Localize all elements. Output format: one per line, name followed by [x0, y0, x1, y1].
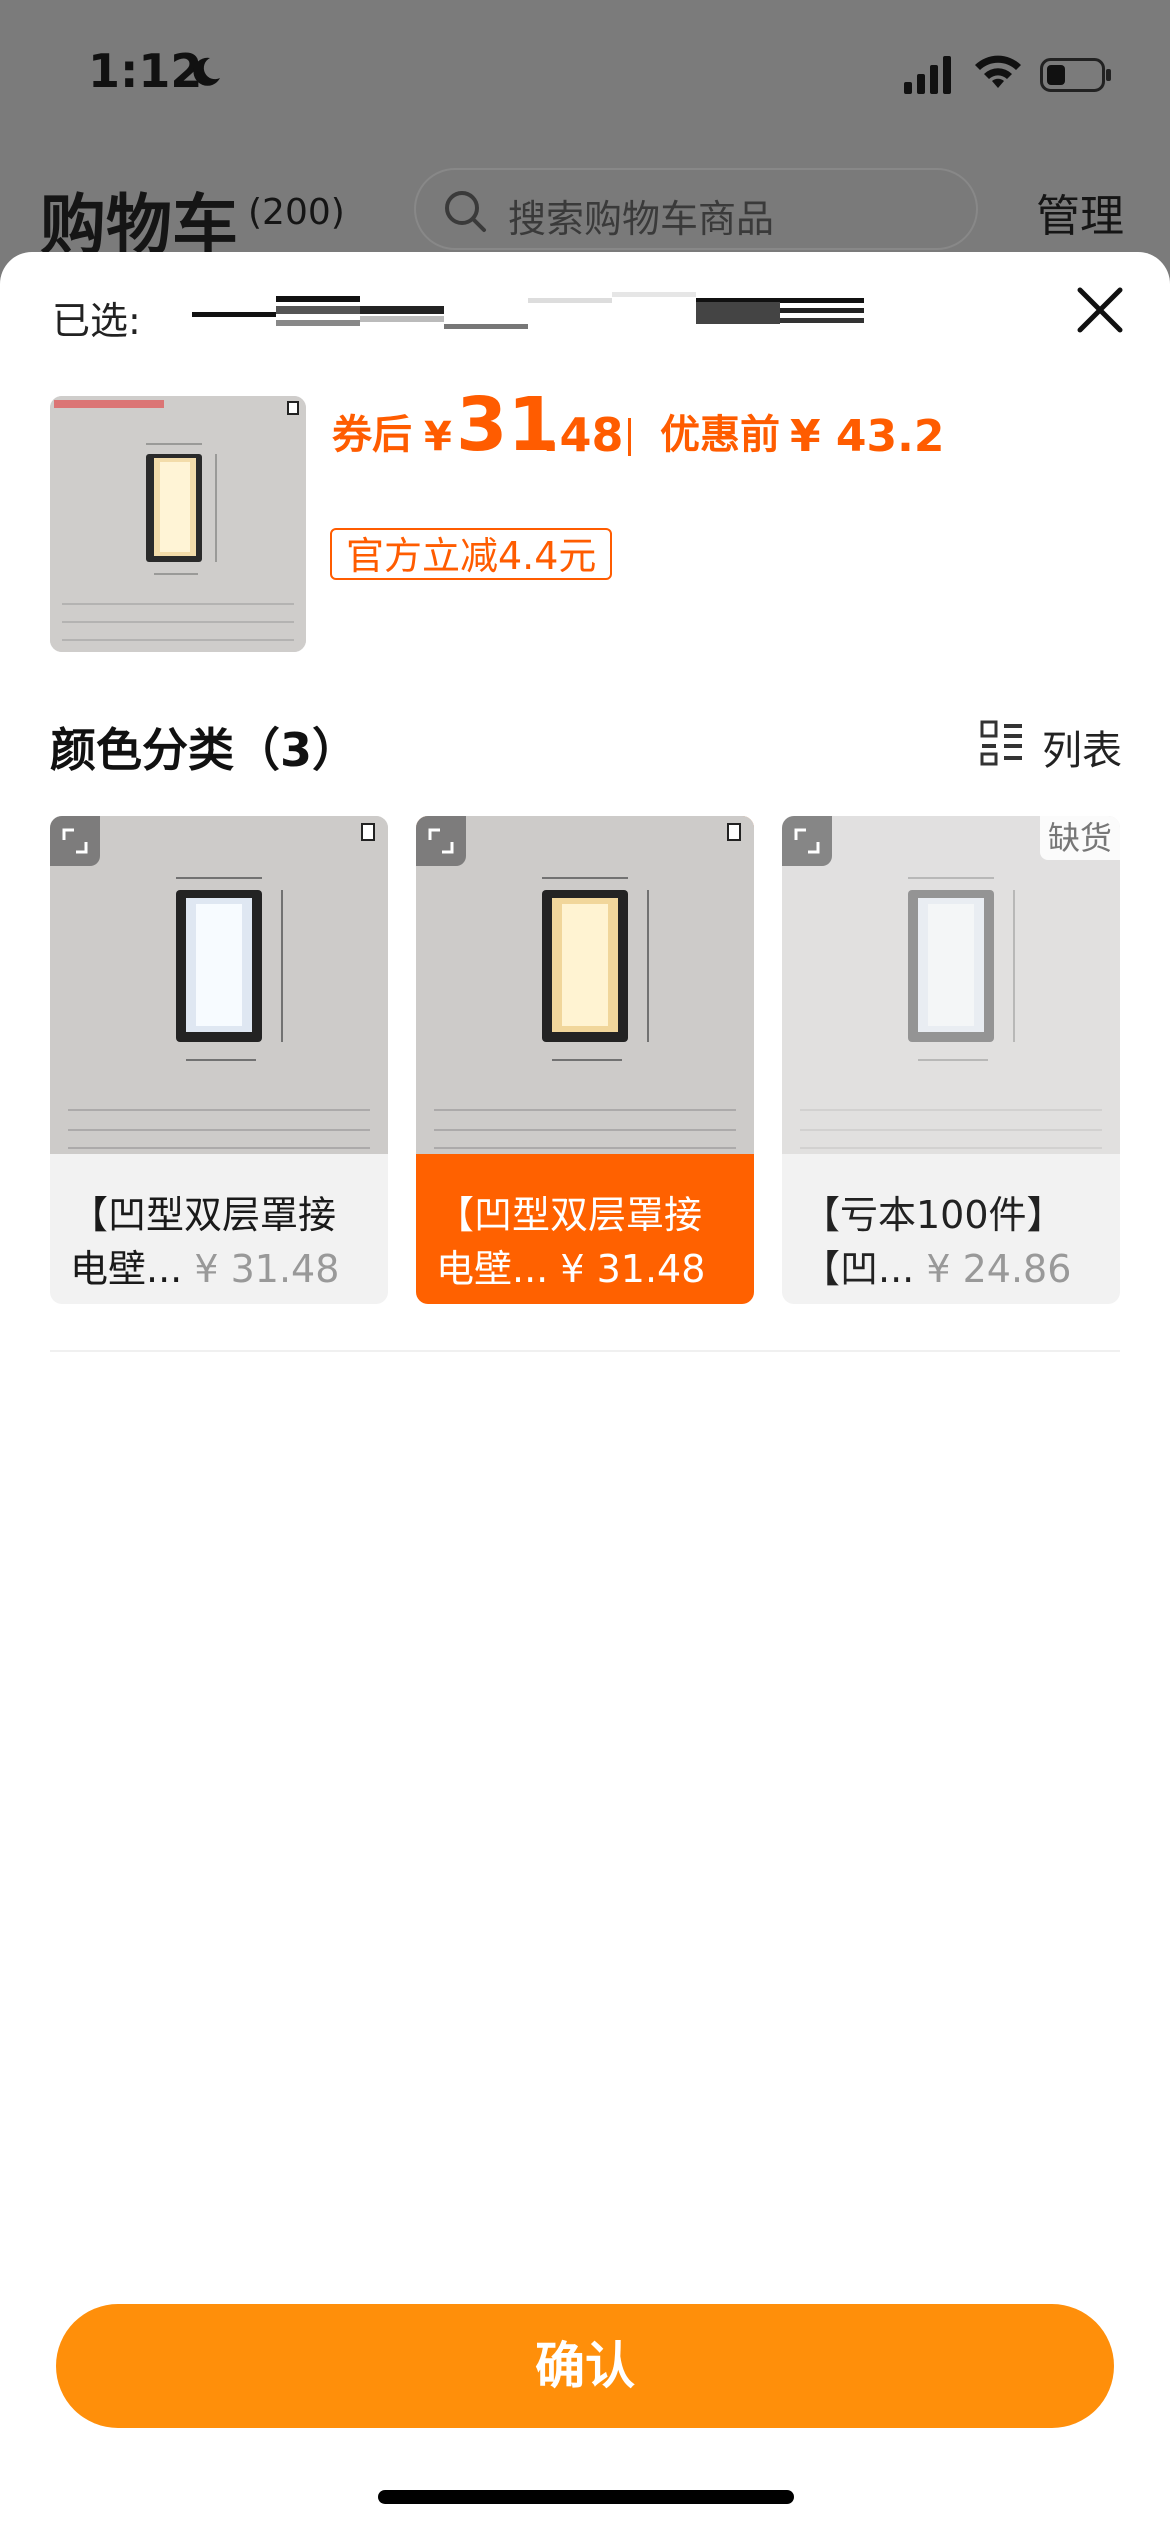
currency-symbol: ¥: [424, 414, 452, 460]
list-toggle-label: 列表: [1042, 728, 1122, 774]
selected-value-redacted: [192, 292, 864, 329]
section-divider: [50, 1350, 1120, 1352]
wall-lamp-image: [50, 816, 388, 1154]
sku-option-name: 【亏本100件】 【凹... ¥ 24.86: [802, 1188, 1102, 1296]
expand-icon: [428, 828, 454, 854]
sku-option-price: ¥ 31.48: [560, 1247, 706, 1291]
sku-option-3[interactable]: 缺货 【亏本100件】 【凹... ¥ 24.86: [782, 816, 1120, 1304]
after-coupon-label: 券后: [332, 412, 412, 458]
price-divider: [628, 418, 631, 456]
sku-option-name-line1: 【亏本100件】: [802, 1193, 1065, 1237]
sku-option-price: ¥ 24.86: [926, 1247, 1072, 1291]
search-icon: [445, 191, 486, 232]
sku-option-name: 【凹型双层罩接 电壁... ¥ 31.48: [70, 1188, 370, 1296]
wifi-icon: [975, 55, 1021, 88]
wall-lamp-image: [416, 816, 754, 1154]
close-icon[interactable]: [1068, 278, 1132, 342]
before-discount-price: ¥ 43.2: [790, 411, 945, 462]
sku-option-image: [416, 816, 754, 1154]
sku-option-price: ¥ 31.48: [194, 1247, 340, 1291]
expand-image-button[interactable]: [50, 816, 100, 866]
signal-icon: [904, 56, 951, 94]
selected-label: 已选:: [52, 299, 141, 343]
product-thumbnail[interactable]: [50, 396, 306, 652]
manage-button[interactable]: 管理: [1036, 180, 1124, 244]
list-icon: [980, 720, 1022, 766]
confirm-button[interactable]: 确认: [56, 2304, 1114, 2428]
sku-option-1[interactable]: 【凹型双层罩接 电壁... ¥ 31.48: [50, 816, 388, 1304]
expand-image-button[interactable]: [416, 816, 466, 866]
wall-lamp-image: [782, 816, 1120, 1154]
moon-icon: [193, 57, 220, 86]
status-bar: 1:12: [0, 0, 1170, 150]
sku-option-name-line1: 【凹型双层罩接: [436, 1193, 703, 1237]
promo-tag: 官方立减4.4元: [330, 528, 613, 580]
sku-option-name-line1: 【凹型双层罩接: [70, 1193, 337, 1237]
price-decimal: .48: [542, 408, 624, 462]
sku-option-2[interactable]: 【凹型双层罩接 电壁... ¥ 31.48: [416, 816, 754, 1304]
cart-search-input[interactable]: 搜索购物车商品: [414, 168, 978, 250]
sku-option-name: 【凹型双层罩接 电壁... ¥ 31.48: [436, 1188, 736, 1296]
sku-selector-sheet: 已选: 券后 ¥ 31 .48 优惠前 ¥ 43.2 官方立减4.4元 颜色分类…: [0, 252, 1170, 2532]
out-of-stock-badge: 缺货: [1039, 816, 1120, 860]
sku-option-name-line2: 电壁...: [436, 1247, 549, 1291]
expand-image-button[interactable]: [782, 816, 832, 866]
section-title: 颜色分类（3）: [50, 723, 359, 777]
before-discount-label: 优惠前: [660, 412, 780, 458]
cart-count: (200): [248, 192, 345, 233]
sku-option-image: [782, 816, 1120, 1154]
wall-lamp-image: [50, 396, 306, 652]
sku-option-name-line2: 电壁...: [70, 1247, 183, 1291]
sku-option-image: [50, 816, 388, 1154]
status-time: 1:12: [88, 44, 203, 98]
sku-option-name-line2: 【凹...: [802, 1247, 915, 1291]
search-placeholder: 搜索购物车商品: [508, 197, 775, 241]
expand-icon: [794, 828, 820, 854]
home-indicator: [378, 2490, 794, 2504]
battery-icon: [1040, 58, 1111, 92]
expand-icon: [62, 828, 88, 854]
